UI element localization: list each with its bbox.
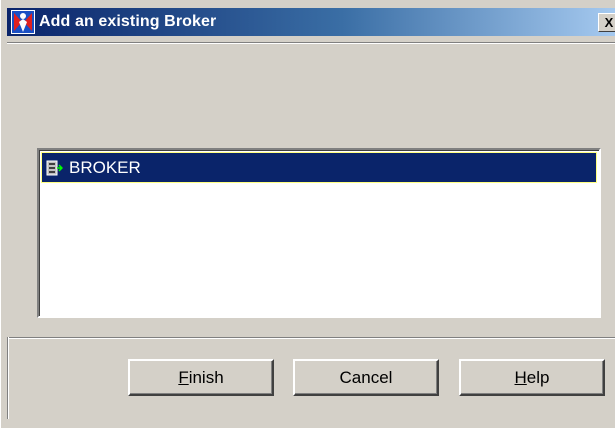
title-bar[interactable]: Add an existing Broker X: [7, 8, 615, 36]
help-label-rest: elp: [526, 367, 550, 387]
close-button[interactable]: X: [598, 13, 615, 32]
broker-listbox[interactable]: BROKER: [37, 148, 601, 318]
finish-label-rest: inish: [188, 367, 224, 387]
close-icon: X: [604, 15, 614, 30]
dialog-window: Add an existing Broker X BROKER Finish C…: [0, 0, 615, 428]
cancel-button[interactable]: Cancel: [293, 359, 439, 396]
finish-button[interactable]: Finish: [128, 359, 274, 396]
window-title: Add an existing Broker: [39, 13, 217, 30]
finish-mnemonic: F: [178, 367, 189, 387]
title-separator: [7, 42, 615, 44]
help-mnemonic: H: [514, 367, 527, 387]
list-item-broker[interactable]: BROKER: [41, 152, 597, 183]
app-icon: [11, 10, 35, 34]
help-button[interactable]: Help: [459, 359, 605, 396]
list-item-label: BROKER: [69, 157, 141, 177]
cancel-label: Cancel: [339, 367, 393, 387]
button-area-separator: [7, 337, 615, 339]
broker-icon: [46, 160, 63, 175]
button-area-left-edge: [7, 337, 9, 419]
